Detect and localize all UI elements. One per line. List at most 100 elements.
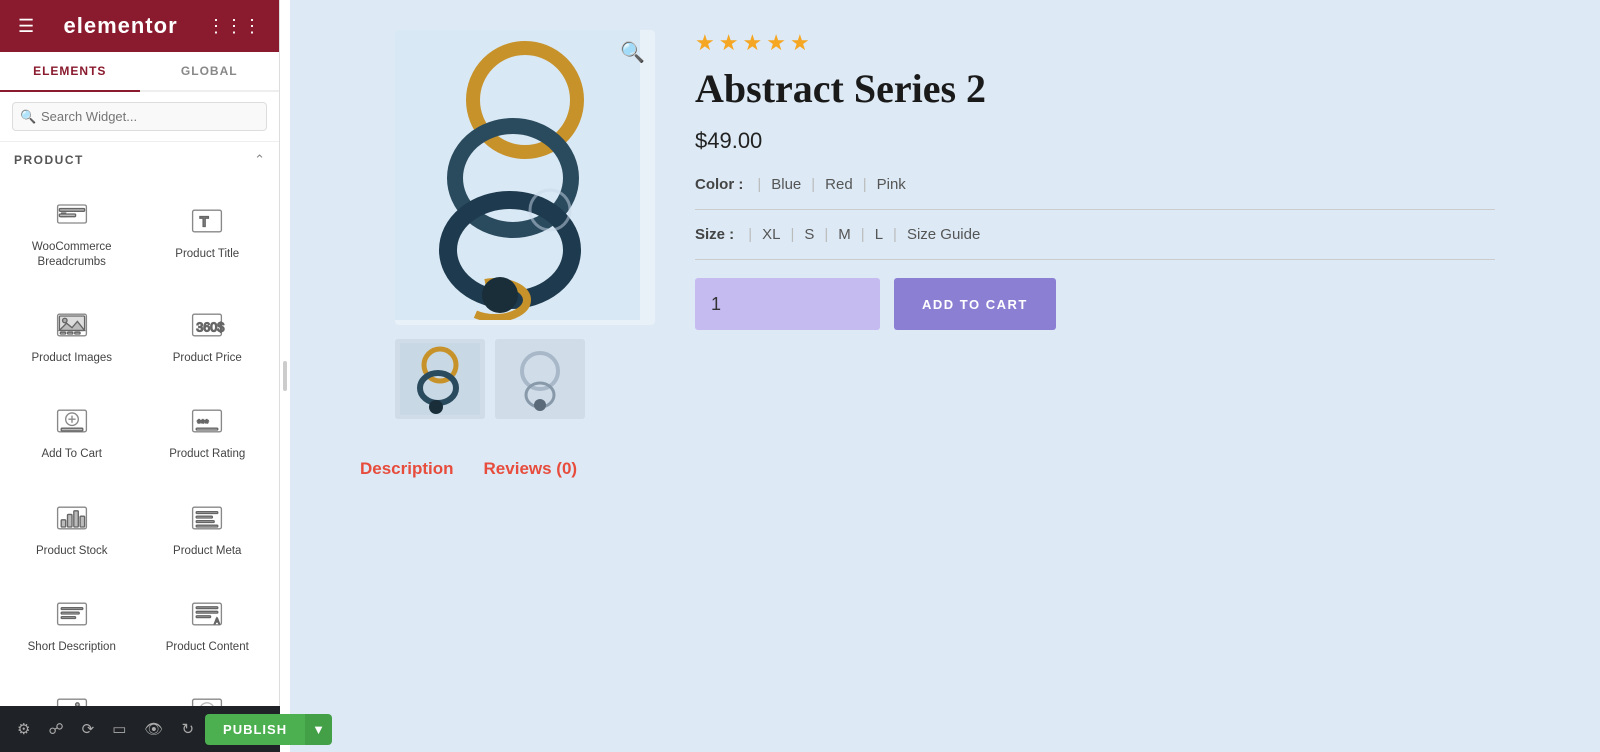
color-blue[interactable]: Blue: [771, 176, 801, 193]
bottom-toolbar: ⚙ ☍ ⟳ ▭ 👁 ↻ PUBLISH ▼: [0, 706, 280, 752]
cart-row: ADD TO CART: [695, 278, 1495, 330]
widget-label: Product Images: [31, 351, 112, 366]
product-section: 🔍: [395, 20, 1495, 419]
star-4: ★: [766, 30, 786, 56]
responsive-button[interactable]: ▭: [105, 715, 133, 743]
publish-button[interactable]: PUBLISH: [205, 714, 305, 745]
product-meta-icon: [183, 498, 231, 538]
sidebar-header: ☰ elementor ⋮⋮⋮: [0, 0, 279, 52]
grid-icon[interactable]: ⋮⋮⋮: [207, 16, 261, 37]
size-divider: [695, 259, 1495, 260]
hamburger-icon[interactable]: ☰: [18, 16, 34, 37]
tab-reviews[interactable]: Reviews (0): [484, 459, 578, 485]
section-title: PRODUCT: [14, 153, 84, 167]
product-images-column: 🔍: [395, 30, 655, 419]
svg-text:360$: 360$: [196, 320, 224, 334]
size-guide-link[interactable]: Size Guide: [907, 226, 980, 243]
widget-label: Product Stock: [36, 544, 108, 559]
svg-text:A: A: [214, 617, 220, 626]
widget-label: Short Description: [28, 640, 116, 655]
elementor-logo: elementor: [63, 13, 177, 39]
product-stock-icon: [48, 498, 96, 538]
main-product-image[interactable]: 🔍: [395, 30, 655, 325]
widget-product-rating[interactable]: *** Product Rating: [142, 384, 274, 476]
add-to-cart-button[interactable]: ADD TO CART: [894, 278, 1056, 330]
product-rating-icon: ***: [183, 401, 231, 441]
layers-button[interactable]: ☍: [41, 715, 70, 743]
settings-button[interactable]: ⚙: [10, 715, 37, 743]
widget-product-title[interactable]: T Product Title: [142, 176, 274, 283]
widget-label: Product Rating: [169, 447, 245, 462]
size-sep-2: |: [824, 226, 828, 243]
widget-label: Add To Cart: [41, 447, 102, 462]
short-description-icon: [48, 594, 96, 634]
widget-woocommerce-breadcrumbs[interactable]: ≡ WooCommerce Breadcrumbs: [6, 176, 138, 283]
star-1: ★: [695, 30, 715, 56]
product-title-icon: T: [183, 201, 231, 241]
preview-button[interactable]: 👁: [137, 715, 170, 743]
color-sep-3: |: [863, 176, 867, 193]
thumbnail-1[interactable]: [395, 339, 485, 419]
widget-product-images[interactable]: Product Images: [6, 287, 138, 379]
search-input[interactable]: [12, 102, 267, 131]
size-xl[interactable]: XL: [762, 226, 780, 243]
size-label: Size :: [695, 226, 734, 243]
main-content: 🔍: [290, 0, 1600, 752]
product-section-header: PRODUCT ⌃: [0, 142, 279, 174]
widget-product-content[interactable]: A Product Content: [142, 576, 274, 668]
thumbnail-2[interactable]: [495, 339, 585, 419]
widget-label: WooCommerce Breadcrumbs: [15, 240, 129, 270]
widget-label: Product Title: [175, 247, 239, 262]
product-rating: ★ ★ ★ ★ ★: [695, 30, 1495, 56]
tab-elements[interactable]: ELEMENTS: [0, 52, 140, 92]
star-2: ★: [719, 30, 739, 56]
size-s[interactable]: S: [804, 226, 814, 243]
color-red[interactable]: Red: [825, 176, 853, 193]
zoom-icon[interactable]: 🔍: [620, 40, 645, 65]
product-color-row: Color : | Blue | Red | Pink: [695, 176, 1495, 193]
size-sep-1: |: [790, 226, 794, 243]
size-sep-3: |: [861, 226, 865, 243]
product-svg-art: [395, 30, 640, 320]
section-toggle-icon[interactable]: ⌃: [254, 152, 265, 168]
widget-add-to-cart[interactable]: Add To Cart: [6, 384, 138, 476]
product-thumbnails: [395, 339, 655, 419]
tab-description[interactable]: Description: [360, 459, 454, 485]
history-button[interactable]: ⟳: [75, 715, 102, 743]
tab-global[interactable]: GLOBAL: [140, 52, 280, 90]
publish-arrow-button[interactable]: ▼: [305, 714, 332, 745]
search-bar: 🔍: [0, 92, 279, 142]
star-5: ★: [790, 30, 810, 56]
color-sep-2: |: [811, 176, 815, 193]
widget-short-description[interactable]: Short Description: [6, 576, 138, 668]
color-divider: [695, 209, 1495, 210]
sidebar-tabs: ELEMENTS GLOBAL: [0, 52, 279, 92]
quantity-input[interactable]: [695, 278, 880, 330]
widget-label: Product Price: [173, 351, 242, 366]
product-content-icon: A: [183, 594, 231, 634]
color-label: Color :: [695, 176, 743, 193]
widget-label: Product Meta: [173, 544, 241, 559]
add-to-cart-icon: [48, 401, 96, 441]
size-sep-0: |: [748, 226, 752, 243]
widget-product-stock[interactable]: Product Stock: [6, 480, 138, 572]
publish-group: PUBLISH ▼: [205, 714, 332, 745]
color-pink[interactable]: Pink: [877, 176, 906, 193]
product-details-column: ★ ★ ★ ★ ★ Abstract Series 2 $49.00 Color…: [695, 30, 1495, 419]
resize-handle[interactable]: [280, 0, 290, 752]
widget-product-meta[interactable]: Product Meta: [142, 480, 274, 572]
size-m[interactable]: M: [838, 226, 851, 243]
widget-product-price[interactable]: 360$ Product Price: [142, 287, 274, 379]
widget-label: Product Content: [166, 640, 249, 655]
widget-grid: ≡ WooCommerce Breadcrumbs T Product Titl…: [0, 174, 279, 752]
sidebar: ☰ elementor ⋮⋮⋮ ELEMENTS GLOBAL 🔍 PRODUC…: [0, 0, 280, 752]
product-tabs: Description Reviews (0): [360, 459, 1580, 485]
redo-button[interactable]: ↻: [174, 715, 201, 743]
star-3: ★: [742, 30, 762, 56]
svg-text:T: T: [200, 215, 209, 231]
product-price: $49.00: [695, 128, 1495, 154]
product-size-row: Size : | XL | S | M | L | Size Guide: [695, 226, 1495, 243]
size-sep-4: |: [893, 226, 897, 243]
size-l[interactable]: L: [875, 226, 883, 243]
breadcrumb-icon: ≡: [48, 194, 96, 234]
